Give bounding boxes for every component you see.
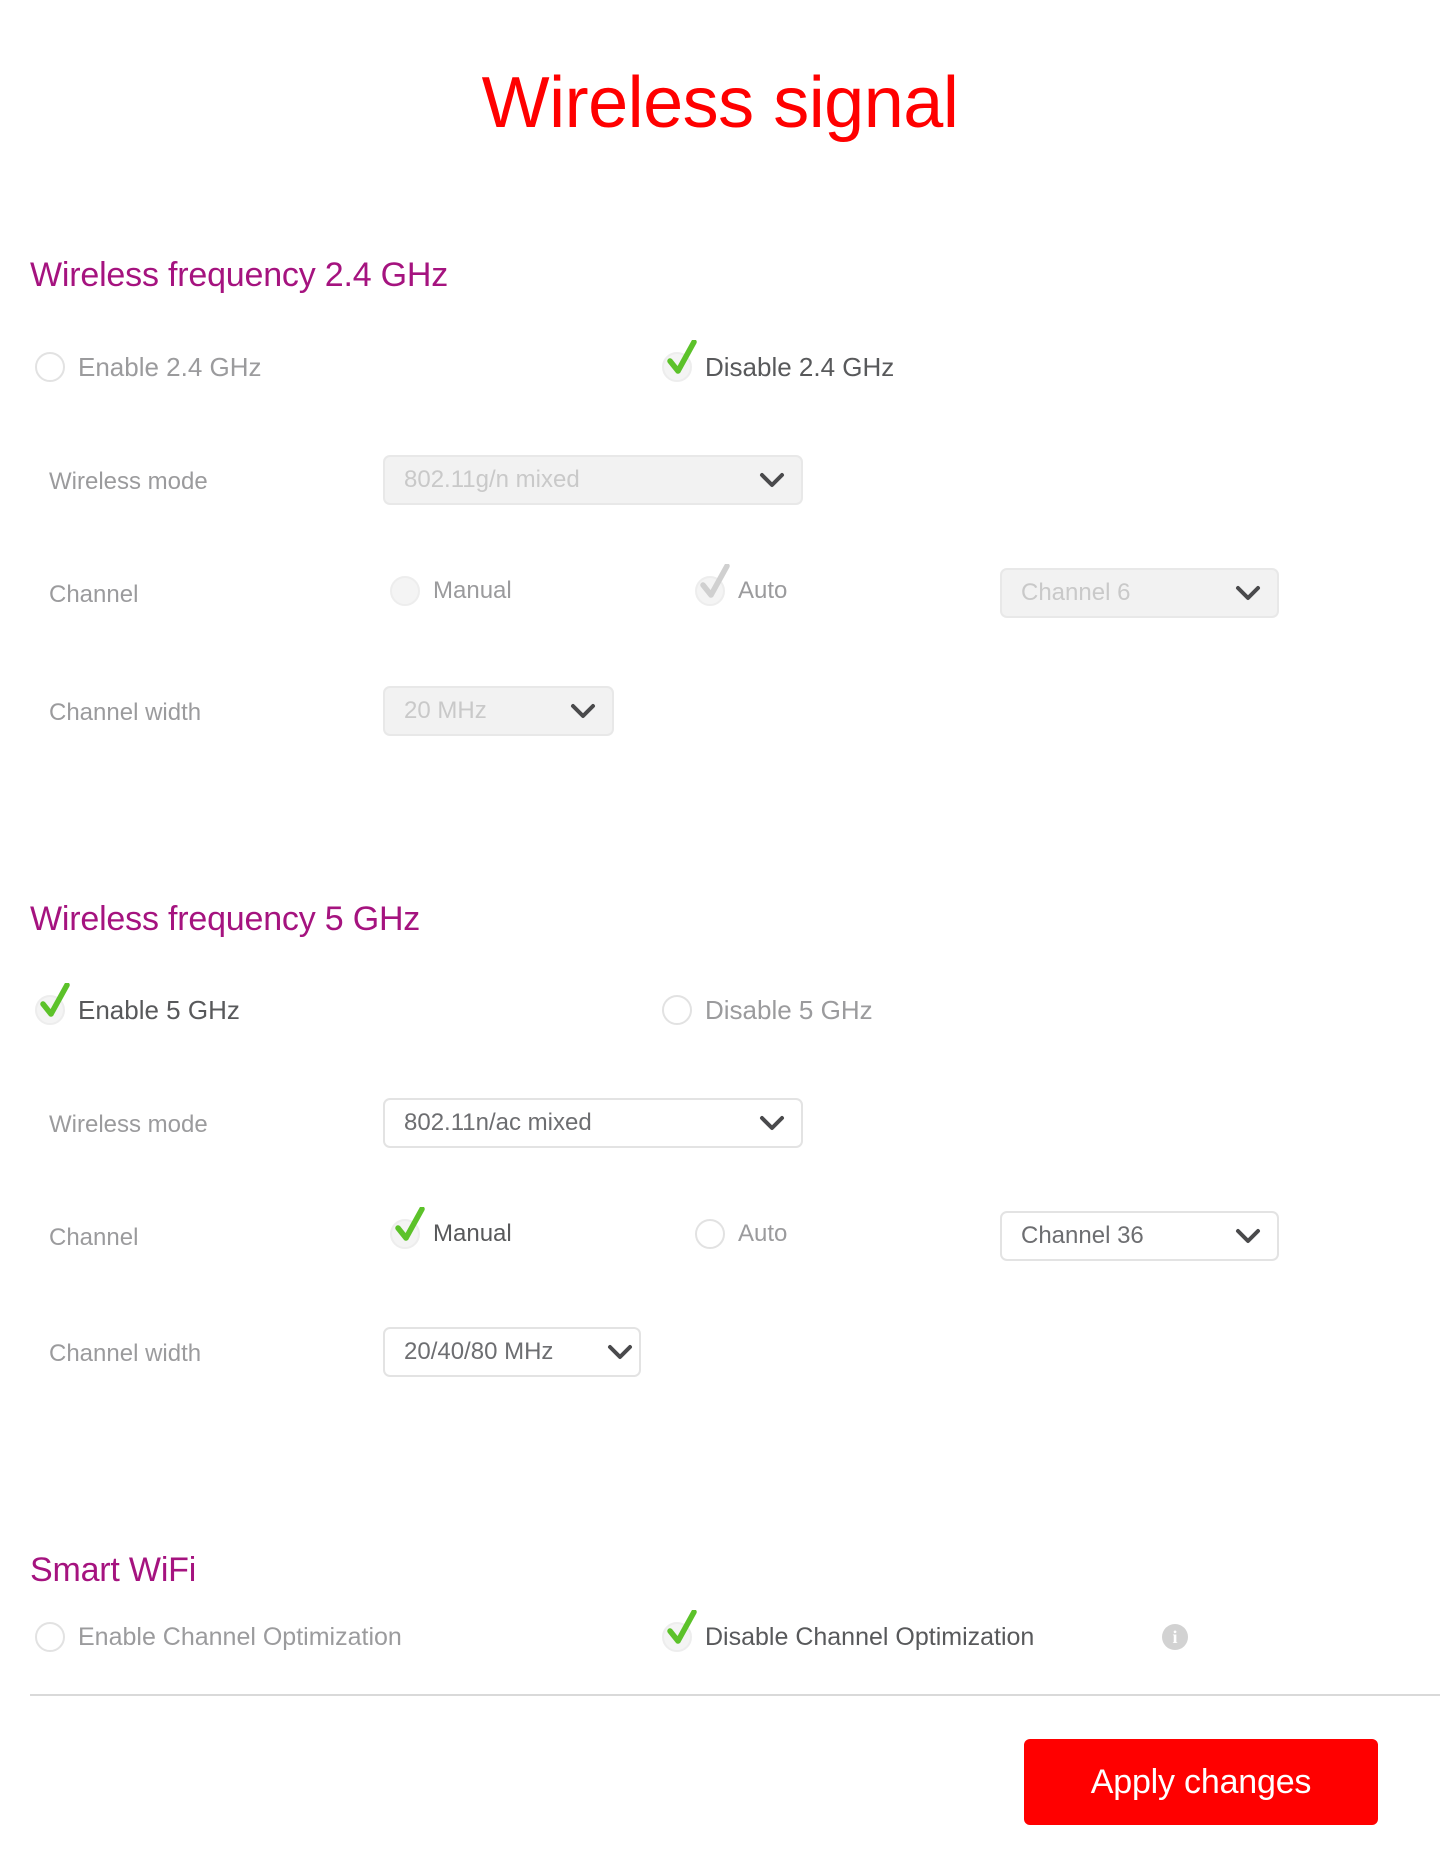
radio-disable-channel-optimization[interactable]: Disable Channel Optimization — [662, 1610, 1035, 1657]
select-wireless-mode-5ghz-value: 802.11n/ac mixed — [404, 1109, 592, 1136]
radio-circle-icon — [35, 352, 65, 382]
radio-circle-icon — [35, 1622, 65, 1652]
label-channel-5ghz: Channel — [49, 1224, 139, 1251]
radio-channel-auto-5ghz-label: Auto — [738, 1220, 788, 1247]
radio-circle-icon — [695, 1219, 725, 1249]
select-wireless-mode-5ghz[interactable]: 802.11n/ac mixed — [383, 1098, 803, 1148]
radio-enable-24ghz-label: Enable 2.4 GHz — [78, 352, 262, 382]
band5-enable-row: Enable 5 GHz Disable 5 GHz — [0, 983, 1440, 1046]
band24-wireless-mode-row: Wireless mode 802.11g/n mixed — [0, 455, 1440, 511]
select-wireless-mode-24ghz: 802.11g/n mixed — [383, 455, 803, 505]
radio-checked-icon — [35, 983, 70, 1025]
radio-circle-icon — [662, 995, 692, 1025]
radio-channel-manual-24ghz: Manual — [390, 571, 512, 611]
chevron-down-icon — [1236, 1229, 1260, 1243]
section-heading-24ghz: Wireless frequency 2.4 GHz — [30, 256, 449, 295]
select-channel-width-5ghz[interactable]: 20/40/80 MHz — [383, 1327, 641, 1377]
select-channel-24ghz: Channel 6 — [1000, 568, 1279, 618]
band24-enable-row: Enable 2.4 GHz Disable 2.4 GHz — [0, 340, 1440, 403]
label-channel-width-5ghz: Channel width — [49, 1340, 202, 1367]
radio-channel-manual-5ghz-label: Manual — [433, 1220, 512, 1247]
wireless-signal-page: Wireless signal Wireless frequency 2.4 G… — [0, 0, 1440, 1862]
band5-channel-row: Channel Manual Auto Channel 36 — [0, 1207, 1440, 1267]
select-channel-5ghz[interactable]: Channel 36 — [1000, 1211, 1279, 1261]
band24-channel-row: Channel Manual Auto Channel 6 — [0, 564, 1440, 624]
chevron-down-icon — [760, 1116, 784, 1130]
radio-checked-icon — [662, 1610, 697, 1652]
info-icon[interactable]: i — [1162, 1624, 1188, 1650]
radio-disable-channel-optimization-label: Disable Channel Optimization — [705, 1622, 1035, 1651]
radio-channel-manual-5ghz[interactable]: Manual — [390, 1207, 512, 1254]
radio-enable-channel-optimization-label: Enable Channel Optimization — [78, 1622, 402, 1651]
section-heading-smart-wifi: Smart WiFi — [30, 1551, 197, 1590]
apply-changes-button[interactable]: Apply changes — [1024, 1739, 1378, 1825]
chevron-down-icon — [760, 473, 784, 487]
radio-disable-24ghz[interactable]: Disable 2.4 GHz — [662, 340, 895, 387]
radio-disable-5ghz-label: Disable 5 GHz — [705, 995, 873, 1025]
smart-wifi-row: Enable Channel Optimization Disable Chan… — [0, 1610, 1440, 1673]
section-heading-5ghz: Wireless frequency 5 GHz — [30, 900, 421, 939]
radio-enable-channel-optimization[interactable]: Enable Channel Optimization — [35, 1617, 402, 1657]
band24-channel-width-row: Channel width 20 MHz — [0, 686, 1440, 742]
label-channel-width-24ghz: Channel width — [49, 699, 202, 726]
radio-enable-5ghz[interactable]: Enable 5 GHz — [35, 983, 240, 1030]
radio-channel-auto-24ghz: Auto — [695, 564, 788, 611]
select-channel-24ghz-value: Channel 6 — [1021, 579, 1131, 606]
select-channel-5ghz-value: Channel 36 — [1021, 1222, 1144, 1249]
radio-channel-manual-24ghz-label: Manual — [433, 577, 512, 604]
radio-circle-icon — [390, 576, 420, 606]
chevron-down-icon — [571, 704, 595, 718]
band5-channel-width-row: Channel width 20/40/80 MHz — [0, 1327, 1440, 1383]
chevron-down-icon — [1236, 586, 1260, 600]
select-wireless-mode-24ghz-value: 802.11g/n mixed — [404, 466, 580, 493]
radio-enable-5ghz-label: Enable 5 GHz — [78, 995, 240, 1025]
select-channel-width-24ghz-value: 20 MHz — [404, 697, 487, 724]
radio-disable-24ghz-label: Disable 2.4 GHz — [705, 352, 895, 382]
radio-checked-icon — [695, 564, 730, 606]
radio-channel-auto-5ghz[interactable]: Auto — [695, 1214, 787, 1254]
chevron-down-icon — [608, 1345, 632, 1359]
footer-divider — [30, 1694, 1440, 1696]
select-channel-width-24ghz: 20 MHz — [383, 686, 614, 736]
radio-channel-auto-24ghz-label: Auto — [738, 577, 788, 604]
radio-checked-icon — [662, 340, 697, 382]
page-title: Wireless signal — [481, 63, 959, 144]
select-channel-width-5ghz-value: 20/40/80 MHz — [404, 1338, 554, 1365]
label-channel-24ghz: Channel — [49, 581, 139, 608]
label-wireless-mode-5ghz: Wireless mode — [49, 1111, 208, 1138]
radio-disable-5ghz[interactable]: Disable 5 GHz — [662, 990, 873, 1030]
radio-enable-24ghz[interactable]: Enable 2.4 GHz — [35, 347, 262, 387]
label-wireless-mode-24ghz: Wireless mode — [49, 468, 208, 495]
band5-wireless-mode-row: Wireless mode 802.11n/ac mixed — [0, 1098, 1440, 1154]
radio-checked-icon — [390, 1207, 425, 1249]
